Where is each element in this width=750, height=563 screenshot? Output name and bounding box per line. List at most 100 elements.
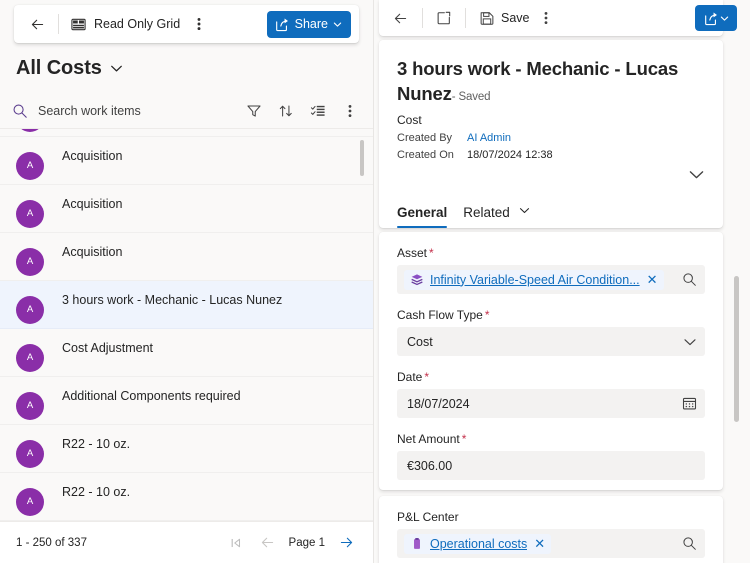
arrow-right-icon (340, 537, 352, 548)
first-page-button[interactable] (223, 530, 249, 556)
view-type-button[interactable]: Read Only Grid (65, 10, 186, 38)
list-overflow-button[interactable] (186, 10, 212, 38)
command-divider (465, 8, 466, 28)
list-item[interactable]: A Acquisition (0, 137, 373, 185)
list-item[interactable]: A Cost Adjustment (0, 329, 373, 377)
net-amount-label-text: Net Amount (397, 432, 460, 446)
search-overflow-button[interactable] (335, 96, 365, 126)
asset-lookup-field[interactable]: Infinity Variable-Speed Air Condition...… (397, 265, 705, 294)
cash-flow-type-chevron[interactable] (677, 335, 697, 349)
share-label: Share (294, 17, 328, 31)
list-item[interactable]: A Additional Components required (0, 377, 373, 425)
date-picker-button[interactable] (676, 396, 697, 411)
form-share-button[interactable] (695, 5, 737, 31)
filter-button[interactable] (239, 96, 269, 126)
work-items-list[interactable]: A Acquisition A Acquisition A Acquisitio… (0, 129, 373, 521)
next-page-button[interactable] (333, 530, 359, 556)
field-cash-flow-type: Cash Flow Type * Cost (397, 308, 705, 356)
sort-button[interactable] (271, 96, 301, 126)
avatar: A (16, 129, 44, 132)
list-item[interactable]: A R22 - 10 oz. (0, 425, 373, 473)
save-icon (480, 12, 494, 25)
more-vertical-icon (544, 12, 547, 24)
list-item[interactable]: A R22 - 10 oz. (0, 473, 373, 521)
list-item-label: Acquisition (62, 148, 123, 163)
date-label-text: Date (397, 370, 423, 384)
search-bar: Search work items (0, 93, 373, 129)
close-icon[interactable]: ✕ (646, 273, 659, 286)
filter-icon (247, 105, 261, 117)
tab-related[interactable]: Related (463, 205, 529, 228)
field-asset: Asset * Infinity Variable-Speed Air Condi… (397, 246, 705, 294)
cash-flow-type-select[interactable]: Cost (397, 327, 705, 356)
save-label: Save (501, 11, 530, 25)
list-command-bar: Read Only Grid Share (14, 5, 359, 43)
required-indicator: * (429, 246, 434, 260)
required-indicator: * (424, 370, 430, 384)
back-button[interactable] (22, 10, 52, 38)
asset-layers-icon (411, 273, 423, 285)
arrow-left-icon (394, 13, 407, 23)
field-date-label: Date * (397, 370, 705, 384)
list-item-selected[interactable]: A 3 hours work - Mechanic - Lucas Nunez (0, 281, 373, 329)
cash-flow-type-label-text: Cash Flow Type (397, 308, 483, 322)
list-item-label: Acquisition (62, 196, 123, 211)
chevron-down-icon (689, 171, 704, 179)
field-net-amount-label: Net Amount * (397, 432, 705, 446)
pl-center-icon (414, 537, 420, 549)
view-selector[interactable]: All Costs (16, 57, 123, 80)
avatar: A (16, 487, 44, 516)
avatar: A (16, 343, 44, 372)
created-on-value: 18/07/2024 12:38 (467, 149, 553, 161)
record-count: 1 - 250 of 337 (16, 536, 87, 549)
share-button[interactable]: Share (266, 10, 351, 38)
read-only-grid-icon (71, 18, 86, 30)
more-vertical-icon (197, 17, 201, 31)
detail-scrollbar-thumb[interactable] (734, 276, 739, 422)
chevron-down-icon (519, 208, 529, 214)
search-input[interactable]: Search work items (12, 103, 239, 119)
avatar: A (16, 391, 44, 420)
search-icon (683, 273, 696, 286)
record-title-line2: Nunez (397, 83, 452, 104)
avatar: A (16, 151, 44, 180)
created-by-value[interactable]: AI Admin (467, 132, 511, 144)
pl-center-value[interactable]: Operational costs (430, 537, 527, 551)
expand-header-button[interactable] (688, 166, 705, 183)
net-amount-input[interactable]: €306.00 (397, 451, 705, 480)
previous-page-button[interactable] (255, 530, 281, 556)
field-net-amount: Net Amount * €306.00 (397, 432, 705, 480)
net-amount-value: €306.00 (407, 458, 453, 473)
list-scrollbar-thumb[interactable] (360, 140, 364, 176)
save-button[interactable]: Save (472, 4, 537, 32)
asset-value[interactable]: Infinity Variable-Speed Air Condition... (430, 273, 640, 287)
list-item-label: R22 - 10 oz. (62, 484, 131, 499)
form-overflow-button[interactable] (537, 4, 555, 32)
field-asset-label: Asset * (397, 246, 705, 260)
list-item-label: R22 - 10 oz. (62, 436, 131, 451)
open-in-new-window-icon (437, 11, 451, 25)
arrow-left-icon (31, 19, 43, 29)
command-divider (422, 8, 423, 28)
pagination-controls: Page 1 (223, 530, 359, 556)
search-icon (683, 537, 696, 550)
pl-center-lookup-field[interactable]: Operational costs ✕ (397, 529, 705, 558)
list-item[interactable]: A Acquisition (0, 233, 373, 281)
search-icon (13, 104, 27, 118)
pl-center-search-button[interactable] (676, 536, 697, 551)
edit-columns-button[interactable] (303, 96, 333, 126)
list-item[interactable]: A Acquisition (0, 129, 373, 137)
date-input[interactable]: 18/07/2024 (397, 389, 705, 418)
view-type-label: Read Only Grid (94, 17, 181, 31)
arrow-left-icon (261, 537, 274, 548)
share-icon (704, 12, 717, 25)
required-indicator: * (484, 308, 490, 322)
list-item[interactable]: A Acquisition (0, 185, 373, 233)
command-divider (58, 14, 59, 34)
tab-general[interactable]: General (397, 205, 448, 228)
form-back-button[interactable] (385, 4, 416, 32)
list-item-label: Additional Components required (62, 388, 241, 403)
pop-out-button[interactable] (429, 4, 459, 32)
asset-search-button[interactable] (676, 272, 697, 287)
close-icon[interactable]: ✕ (533, 537, 546, 550)
